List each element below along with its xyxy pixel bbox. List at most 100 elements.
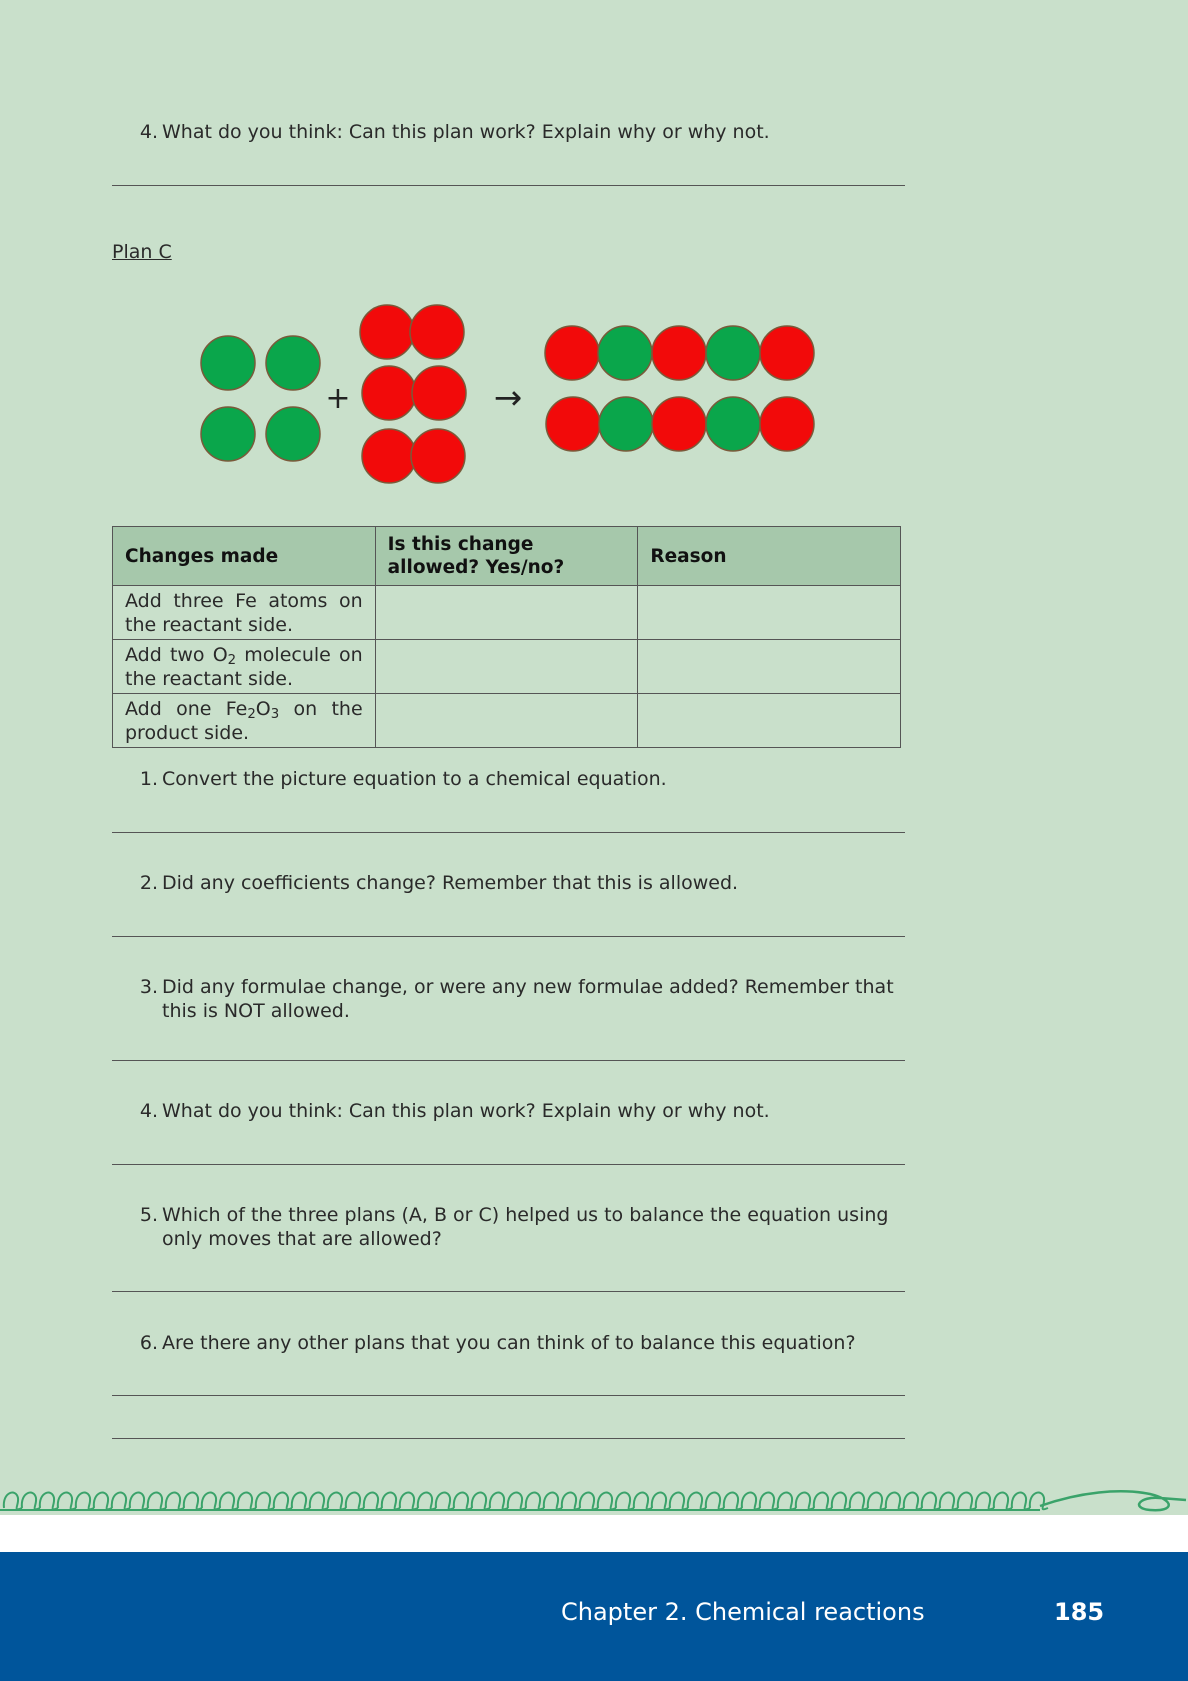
plan-label: Plan C [112,241,172,263]
table-row: Add three Fe atoms on the reactant side. [112,585,901,640]
picture-equation-diagram: + → [200,304,815,484]
rope-loop [830,1491,851,1511]
table-row: Add one Fe2O3 on the product side. [112,693,901,748]
allowed-answer-cell[interactable] [374,585,639,640]
answer-line[interactable] [112,832,905,833]
rope-loop [398,1491,419,1511]
rope-loop [848,1491,869,1511]
question-number: 2. [139,872,158,894]
allowed-answer-cell[interactable] [374,693,639,748]
rope-loop [416,1491,437,1511]
rope-end-ornament [1039,1490,1187,1512]
decorative-rope-border [0,1490,1187,1512]
rope-loop [362,1491,383,1511]
answer-line[interactable] [112,1164,905,1165]
rope-loop [884,1491,905,1511]
reactant-o2-molecules [359,304,467,484]
fe-atom [597,325,653,381]
rope-loop [866,1491,887,1511]
table-header-row: Changes made Is this change allowed? Yes… [112,526,901,586]
change-text-mid: O [255,697,271,720]
o-atom [545,396,601,452]
reaction-arrow: → [494,378,523,418]
rope-loop [236,1491,257,1511]
question-number: 4. [139,1100,158,1122]
answer-line[interactable] [112,1395,905,1396]
rope-loop [272,1491,293,1511]
rope-loop [470,1491,491,1511]
rope-loop [452,1491,473,1511]
rope-loop [164,1491,185,1511]
rope-loop [110,1491,131,1511]
rope-loop [758,1491,779,1511]
page-white-strip [0,1515,1188,1552]
rope-loop [740,1491,761,1511]
fe-atom [598,396,654,452]
product-fe2o3-molecule-1 [544,325,815,381]
chapter-title: Chapter 2. Chemical reactions [561,1598,925,1626]
header-allowed-text: Is this change allowed? Yes/no? [387,534,565,578]
question-number: 6. [139,1332,158,1354]
o-atom [411,365,467,421]
question-number: 1. [139,768,158,790]
change-text: Add three Fe atoms on the reactant side. [125,589,363,636]
reason-answer-cell[interactable] [637,693,901,748]
rope-loop [1010,1491,1031,1511]
rope-loop [596,1491,617,1511]
rope-loop [326,1491,347,1511]
fe-atom [200,406,256,462]
o-atom [651,325,707,381]
o-atom [359,304,415,360]
rope-loop [632,1491,653,1511]
rope-loop [668,1491,689,1511]
question-number: 3. [139,976,158,998]
rope-loop [488,1491,509,1511]
rope-loop [38,1491,59,1511]
question-text: What do you think: Can this plan work? E… [162,1100,770,1122]
question-text: Are there any other plans that you can t… [162,1332,856,1354]
changes-table: Changes made Is this change allowed? Yes… [112,526,901,748]
rope-loop [200,1491,221,1511]
question-text: Which of the three plans (A, B or C) hel… [162,1204,889,1250]
rope-loop [992,1491,1013,1511]
page-footer: Chapter 2. Chemical reactions 185 [0,1552,1188,1681]
reactant-fe-atoms [200,335,321,462]
rope-loop [146,1491,167,1511]
question-number: 4. [139,121,158,143]
o-atom [361,365,417,421]
rope-loop [812,1491,833,1511]
rope-loop [506,1491,527,1511]
change-cell: Add one Fe2O3 on the product side. [112,693,376,748]
rope-loop [290,1491,311,1511]
rope-loop [20,1491,41,1511]
answer-line[interactable] [112,936,905,937]
question-text: Did any coefficients change? Remember th… [162,872,739,894]
rope-loop [722,1491,743,1511]
rope-loop [542,1491,563,1511]
fe-atom [705,325,761,381]
rope-loop [56,1491,77,1511]
rope-loop [974,1491,995,1511]
answer-line[interactable] [112,185,905,186]
subscript: 3 [270,706,280,722]
change-cell: Add three Fe atoms on the reactant side. [112,585,376,640]
rope-loop [254,1491,275,1511]
rope-loop [794,1491,815,1511]
o-atom [409,304,465,360]
answer-line[interactable] [112,1060,905,1061]
question-text: Did any formulae change, or were any new… [162,976,894,1022]
rope-loop [920,1491,941,1511]
rope-loop [74,1491,95,1511]
reason-answer-cell[interactable] [637,639,901,694]
rope-loop [578,1491,599,1511]
rope-loop [92,1491,113,1511]
rope-loop [128,1491,149,1511]
rope-loop [380,1491,401,1511]
reason-answer-cell[interactable] [637,585,901,640]
answer-line[interactable] [112,1291,905,1292]
change-text-pre: Add one Fe [125,697,248,720]
rope-loop [704,1491,725,1511]
rope-loop [560,1491,581,1511]
allowed-answer-cell[interactable] [374,639,639,694]
answer-line[interactable] [112,1438,905,1439]
